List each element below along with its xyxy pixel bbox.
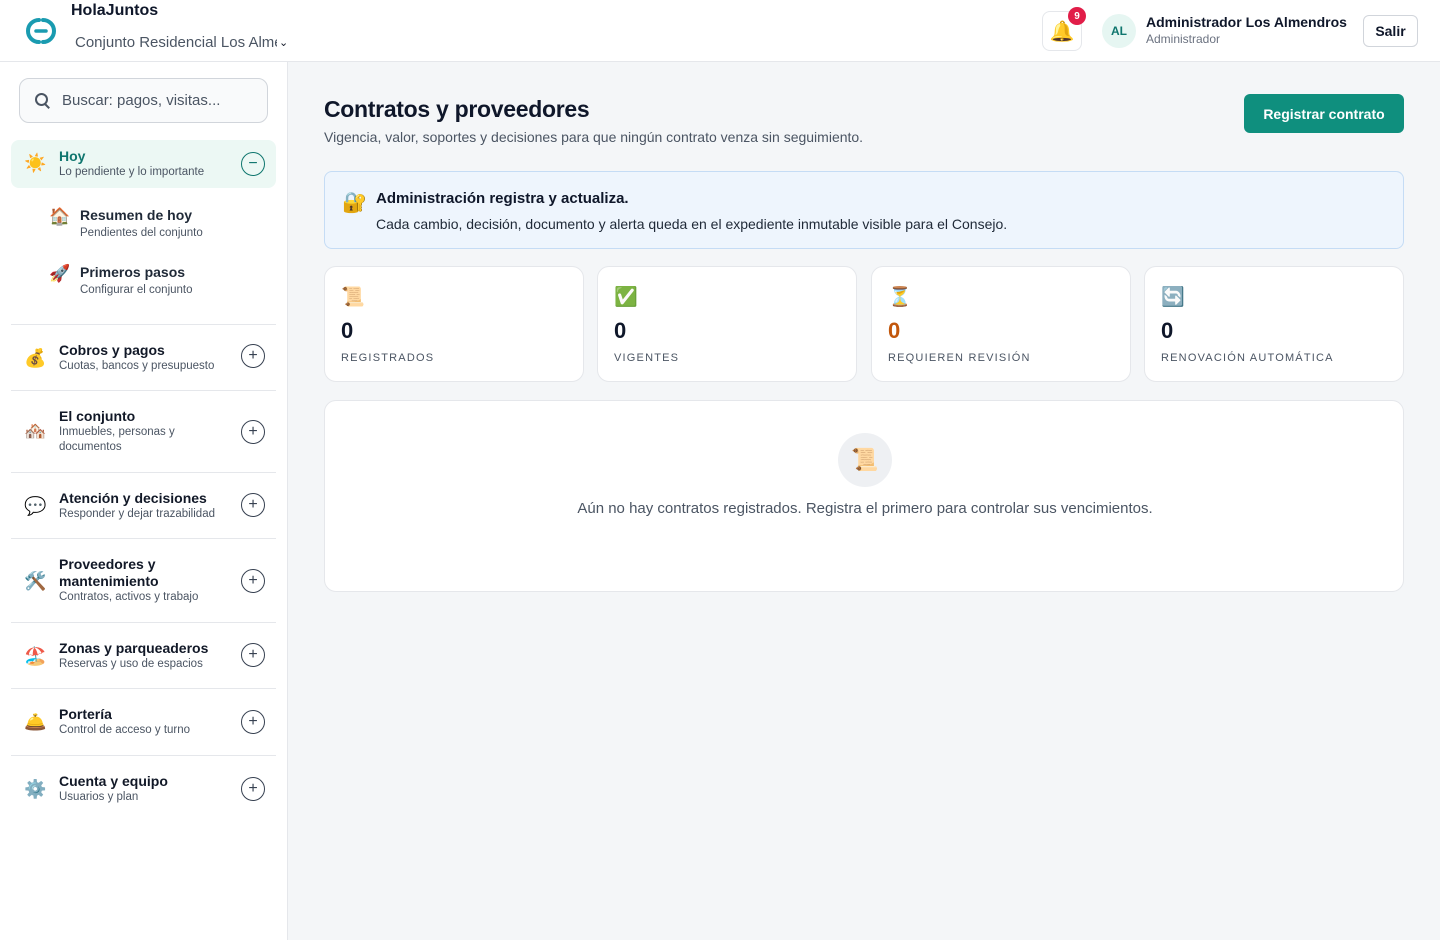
sidebar-item-title: mantenimiento: [59, 573, 159, 589]
search-input[interactable]: [62, 92, 262, 109]
sidebar-item-subtitle: Cuotas, bancos y presupuesto: [59, 360, 215, 372]
expand-icon[interactable]: +: [241, 643, 265, 667]
beach-icon: 🏖️: [24, 646, 47, 666]
stat-card-vigentes[interactable]: ✅ 0 VIGENTES: [597, 266, 857, 382]
notice-text: Cada cambio, decisión, documento y alert…: [376, 216, 1008, 232]
page-title: Contratos y proveedores: [324, 96, 590, 122]
refresh-icon: 🔄: [1161, 287, 1185, 308]
speech-bubble-icon: 💬: [24, 496, 47, 516]
register-contract-button[interactable]: Registrar contrato: [1244, 94, 1404, 133]
search-box[interactable]: [19, 78, 268, 123]
stat-label: RENOVACIÓN AUTOMÁTICA: [1161, 352, 1334, 364]
user-role: Administrador: [1146, 32, 1221, 46]
money-bag-icon: 💰: [24, 348, 47, 368]
holajuntos-logo-icon[interactable]: [22, 14, 60, 48]
sidebar-item-subtitle: Responder y dejar trazabilidad: [59, 508, 215, 520]
notifications-badge: 9: [1068, 7, 1086, 25]
brand-name: HolaJuntos: [71, 2, 159, 19]
sidebar-item-title: Atención y decisiones: [59, 490, 207, 506]
logout-button[interactable]: Salir: [1363, 15, 1418, 47]
stat-value: 0: [1161, 318, 1174, 343]
houses-icon: 🏘️: [24, 421, 47, 441]
sidebar-item-subtitle: Usuarios y plan: [59, 791, 139, 803]
scroll-icon: 📜: [838, 433, 892, 487]
sidebar-item-subtitle: Reservas y uso de espacios: [59, 658, 203, 670]
bell-service-icon: 🛎️: [24, 712, 47, 732]
expand-icon[interactable]: +: [241, 420, 265, 444]
sidebar-item-cuenta[interactable]: ⚙️ Cuenta y equipo Usuarios y plan +: [11, 756, 276, 822]
info-notice: 🔐 Administración registra y actualiza. C…: [324, 171, 1404, 249]
top-header: HolaJuntos Conjunto Residencial Los Alme…: [0, 0, 1440, 62]
expand-icon[interactable]: +: [241, 569, 265, 593]
sidebar-item-title: Zonas y parqueaderos: [59, 640, 209, 656]
stat-card-registrados[interactable]: 📜 0 REGISTRADOS: [324, 266, 584, 382]
scroll-icon: 📜: [341, 287, 365, 308]
sidebar: ☀️ Hoy Lo pendiente y lo importante − 🏠 …: [0, 62, 288, 940]
empty-state-text: Aún no hay contratos registrados. Regist…: [577, 500, 1153, 517]
chevron-down-icon: ⌄: [279, 36, 289, 49]
sidebar-item-title: Portería: [59, 706, 112, 722]
sidebar-item-subtitle: documentos: [59, 441, 122, 453]
tools-icon: 🛠️: [24, 571, 47, 591]
sun-icon: ☀️: [24, 153, 47, 173]
sidebar-item-cobros[interactable]: 💰 Cobros y pagos Cuotas, bancos y presup…: [11, 325, 276, 390]
notice-title: Administración registra y actualiza.: [376, 190, 629, 207]
sidebar-item-title: Cuenta y equipo: [59, 773, 168, 789]
collapse-icon[interactable]: −: [241, 152, 265, 176]
sidebar-item-title: Proveedores y: [59, 556, 156, 572]
house-icon: 🏠: [49, 207, 71, 226]
sidebar-subitem-title: Primeros pasos: [80, 264, 186, 280]
sidebar-item-title: Cobros y pagos: [59, 342, 165, 358]
hourglass-icon: ⏳: [888, 287, 912, 308]
sidebar-item-title: Hoy: [59, 148, 86, 164]
stat-value: 0: [888, 318, 901, 343]
sidebar-subitem-resumen[interactable]: 🏠 Resumen de hoy Pendientes del conjunto: [40, 205, 270, 245]
sidebar-subitem-title: Resumen de hoy: [80, 207, 193, 223]
avatar[interactable]: AL: [1102, 14, 1136, 48]
expand-icon[interactable]: +: [241, 344, 265, 368]
sidebar-subitem-subtitle: Pendientes del conjunto: [80, 227, 203, 239]
search-icon: [34, 92, 52, 110]
sidebar-item-subtitle: Control de acceso y turno: [59, 724, 191, 736]
lock-key-icon: 🔐: [342, 192, 367, 214]
stat-value: 0: [614, 318, 627, 343]
stat-label: REGISTRADOS: [341, 352, 435, 364]
sidebar-subitem-primeros-pasos[interactable]: 🚀 Primeros pasos Configurar el conjunto: [40, 262, 270, 302]
gear-icon: ⚙️: [24, 779, 47, 799]
sidebar-item-subtitle: Inmuebles, personas y: [59, 426, 175, 438]
stat-card-requieren-revision[interactable]: ⏳ 0 REQUIEREN REVISIÓN: [871, 266, 1131, 382]
expand-icon[interactable]: +: [241, 710, 265, 734]
sidebar-item-title: El conjunto: [59, 408, 136, 424]
stat-value: 0: [341, 318, 354, 343]
check-mark-icon: ✅: [614, 287, 638, 308]
stat-label: VIGENTES: [614, 352, 680, 364]
stat-label: REQUIEREN REVISIÓN: [888, 352, 1031, 364]
sidebar-item-subtitle: Lo pendiente y lo importante: [59, 166, 205, 178]
sidebar-subitem-subtitle: Configurar el conjunto: [80, 284, 193, 296]
expand-icon[interactable]: +: [241, 493, 265, 517]
sidebar-item-hoy[interactable]: ☀️ Hoy Lo pendiente y lo importante −: [11, 140, 276, 188]
empty-state-icon-glyph: 📜: [851, 447, 879, 472]
sidebar-item-atencion[interactable]: 💬 Atención y decisiones Responder y deja…: [11, 473, 276, 538]
organization-name: Conjunto Residencial Los Almendros: [75, 33, 277, 51]
sidebar-item-zonas[interactable]: 🏖️ Zonas y parqueaderos Reservas y uso d…: [11, 623, 276, 688]
sidebar-item-proveedores[interactable]: 🛠️ Proveedores y mantenimiento Contratos…: [11, 539, 276, 622]
sidebar-item-conjunto[interactable]: 🏘️ El conjunto Inmuebles, personas y doc…: [11, 391, 276, 472]
expand-icon[interactable]: +: [241, 777, 265, 801]
organization-select[interactable]: Conjunto Residencial Los Almendros ⌄: [75, 31, 289, 53]
user-name: Administrador Los Almendros: [1146, 14, 1347, 30]
empty-state: 📜 Aún no hay contratos registrados. Regi…: [324, 400, 1404, 592]
sidebar-item-porteria[interactable]: 🛎️ Portería Control de acceso y turno +: [11, 689, 276, 755]
stat-card-renovacion-automatica[interactable]: 🔄 0 RENOVACIÓN AUTOMÁTICA: [1144, 266, 1404, 382]
rocket-icon: 🚀: [49, 264, 71, 283]
page-subtitle: Vigencia, valor, soportes y decisiones p…: [324, 129, 864, 145]
sidebar-item-subtitle: Contratos, activos y trabajo: [59, 591, 199, 603]
